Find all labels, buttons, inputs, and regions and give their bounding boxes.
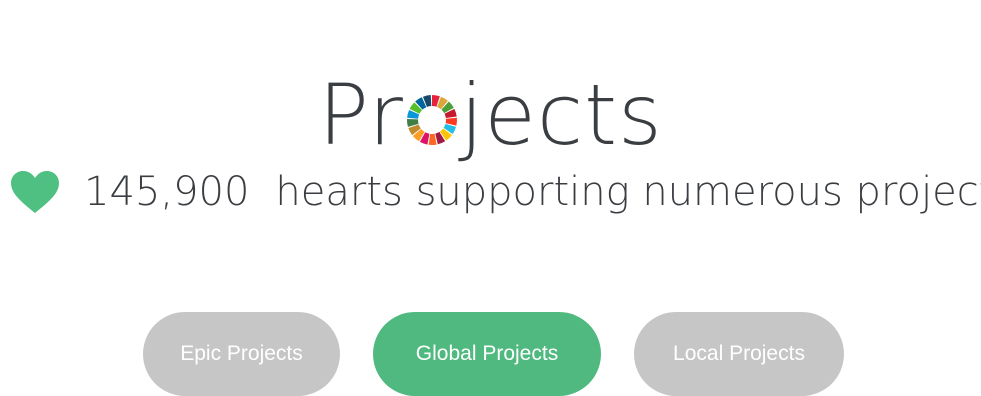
hearts-count: 145,900 <box>84 169 250 215</box>
hearts-summary: 145,900 hearts supporting numerous proje… <box>10 162 981 222</box>
tab-epic-projects[interactable]: Epic Projects <box>143 312 340 396</box>
tab-global-projects[interactable]: Global Projects <box>373 312 601 396</box>
sdg-color-wheel-icon <box>406 95 457 146</box>
page-title: Pr jects <box>0 60 981 170</box>
heart-icon <box>11 171 59 213</box>
project-tabs: Epic Projects Global Projects Local Proj… <box>0 312 981 396</box>
hearts-label: hearts supporting numerous projects <box>275 169 981 215</box>
title-text-end: jects <box>459 66 663 165</box>
sdg-wheel-segment <box>428 134 437 146</box>
tab-local-projects[interactable]: Local Projects <box>634 312 844 396</box>
title-text-start: Pr <box>318 66 404 165</box>
